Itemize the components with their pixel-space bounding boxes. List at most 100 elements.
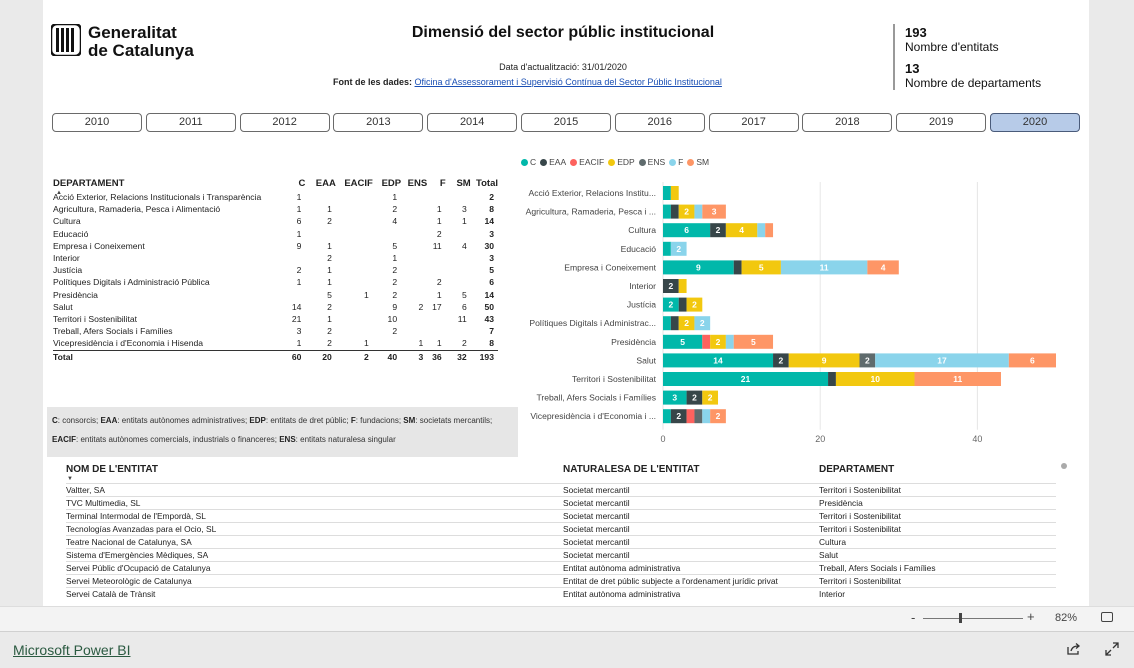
legend-item-f[interactable]: F bbox=[669, 157, 683, 167]
bar-segment-eaa[interactable] bbox=[670, 316, 679, 331]
bar-segment-eaa[interactable] bbox=[678, 297, 687, 312]
year-button-2016[interactable]: 2016 bbox=[614, 113, 705, 132]
year-button-2010[interactable]: 2010 bbox=[52, 113, 142, 132]
dept-col-header-eacif[interactable]: EACIF bbox=[336, 178, 373, 191]
dept-row[interactable]: Cultura 6 2 4 1 1 14 bbox=[53, 215, 498, 227]
dept-row[interactable]: Empresa i Coneixement 9 1 5 11 4 30 bbox=[53, 240, 498, 252]
entity-row[interactable]: TVC Multimedia, SL Societat mercantil Pres… bbox=[66, 496, 1056, 510]
dept-value-cell: 1 bbox=[296, 192, 302, 202]
year-button-2012[interactable]: 2012 bbox=[239, 113, 330, 132]
dept-row[interactable]: Territori i Sostenibilitat 21 1 10 11 43 bbox=[53, 313, 498, 325]
year-button-2019[interactable]: 2019 bbox=[896, 113, 987, 132]
year-button-2020[interactable]: 2020 bbox=[990, 113, 1080, 132]
year-button-2013[interactable]: 2013 bbox=[333, 113, 424, 132]
dept-row[interactable]: Agricultura, Ramaderia, Pesca i Alimenta… bbox=[53, 203, 498, 215]
bar-segment-sm[interactable] bbox=[765, 223, 774, 238]
legend-item-eaa[interactable]: EAA bbox=[540, 157, 566, 167]
dept-row[interactable]: Treball, Afers Socials i Famílies 3 2 2 7 bbox=[53, 325, 498, 337]
abbr-edp: EDP bbox=[249, 416, 266, 425]
bar-segment-c[interactable] bbox=[663, 409, 671, 424]
sort-desc-icon[interactable]: ▼ bbox=[67, 476, 73, 482]
expand-icon[interactable] bbox=[1105, 642, 1119, 656]
year-button-2011[interactable]: 2011 bbox=[145, 113, 236, 132]
bar-segment-eaa[interactable] bbox=[733, 260, 742, 275]
department-matrix-header: DEPARTAMENT C EAA EACIF EDP ENS F SM Total bbox=[53, 178, 498, 191]
entity-row[interactable]: Teatre Nacional de Catalunya, SA Societat… bbox=[66, 535, 1056, 549]
bar-segment-c[interactable] bbox=[663, 204, 671, 219]
dept-col-header-sm[interactable]: SM bbox=[446, 178, 470, 191]
entity-row[interactable]: Valtter, SA Societat mercantil Territori i… bbox=[66, 483, 1056, 497]
bar-segment-ens[interactable] bbox=[694, 409, 703, 424]
dept-value-cell: 2 bbox=[327, 326, 332, 337]
dept-row[interactable]: Educació 1 2 3 bbox=[53, 228, 498, 240]
kpi-departments: 13 Nombre de departaments bbox=[905, 61, 1041, 90]
year-button-2014[interactable]: 2014 bbox=[427, 113, 518, 132]
data-label: 9 bbox=[696, 262, 701, 272]
data-label: 2 bbox=[668, 300, 673, 310]
entity-department-header[interactable]: DEPARTAMENT bbox=[819, 464, 894, 475]
entity-row[interactable]: Tecnologías Avanzadas para el Ocio, SL So… bbox=[66, 522, 1056, 536]
share-icon[interactable] bbox=[1066, 642, 1081, 656]
legend-item-c[interactable]: C bbox=[521, 157, 536, 167]
entity-row[interactable]: Servei Català de Trànsit Entitat autònoma… bbox=[66, 587, 1056, 601]
dept-col-header-departament[interactable]: DEPARTAMENT bbox=[53, 178, 281, 191]
fit-to-page-icon[interactable] bbox=[1101, 612, 1113, 622]
dept-row[interactable]: Vicepresidència i d'Economia i Hisenda 1 2… bbox=[53, 337, 498, 350]
legend-item-eacif[interactable]: EACIF bbox=[570, 157, 604, 167]
dept-row[interactable]: Interior 2 1 3 bbox=[53, 252, 498, 264]
bar-segment-c[interactable] bbox=[663, 186, 671, 200]
year-button-2017[interactable]: 2017 bbox=[708, 113, 799, 132]
entity-name-header[interactable]: NOM DE L'ENTITAT bbox=[66, 464, 158, 475]
bar-segment-edp[interactable] bbox=[678, 279, 687, 293]
dept-row[interactable]: Acció Exterior, Relacions Institucionals… bbox=[53, 191, 498, 203]
dept-col-header-ens[interactable]: ENS bbox=[401, 178, 428, 191]
legend-item-edp[interactable]: EDP bbox=[608, 157, 635, 167]
bar-segment-c[interactable] bbox=[663, 241, 671, 256]
dept-col-header-eaa[interactable]: EAA bbox=[305, 178, 336, 191]
bar-segment-eacif[interactable] bbox=[686, 409, 695, 424]
source-link[interactable]: Oficina d'Assessorament i Supervisió Con… bbox=[415, 77, 722, 87]
powerbi-link[interactable]: Microsoft Power BI bbox=[13, 642, 130, 658]
brand-line-1: Generalitat bbox=[88, 23, 177, 42]
zoom-out-button[interactable]: - bbox=[911, 610, 915, 625]
dept-col-header-edp[interactable]: EDP bbox=[373, 178, 402, 191]
sort-asc-icon[interactable]: ▲ bbox=[56, 190, 62, 196]
dept-col-header-c[interactable]: C bbox=[281, 178, 306, 191]
entity-department-cell: Interior bbox=[819, 589, 846, 599]
dept-value-cell: 1 bbox=[436, 204, 442, 215]
entity-row[interactable]: Servei Meteorològic de Catalunya Entitat … bbox=[66, 574, 1056, 588]
zoom-in-button[interactable]: + bbox=[1027, 609, 1035, 624]
dept-col-header-f[interactable]: F bbox=[427, 178, 446, 191]
dept-name-cell: Polítiques Digitals i Administració Públ… bbox=[53, 277, 210, 288]
data-label: 2 bbox=[708, 393, 713, 403]
bar-segment-f[interactable] bbox=[725, 334, 734, 349]
zoom-slider-track[interactable] bbox=[923, 618, 1023, 619]
entity-row[interactable]: Servei Públic d'Ocupació de Catalunya Ent… bbox=[66, 561, 1056, 575]
bar-segment-f[interactable] bbox=[694, 204, 703, 219]
dept-row[interactable]: Justícia 2 1 2 5 bbox=[53, 264, 498, 276]
bar-segment-c[interactable] bbox=[663, 316, 671, 331]
dept-row[interactable]: Salut 14 2 9 2 17 6 50 bbox=[53, 301, 498, 313]
dept-row[interactable]: Presidència 5 1 2 1 5 14 bbox=[53, 289, 498, 301]
scrollbar-thumb[interactable] bbox=[1061, 463, 1067, 469]
dept-value-cell: 1 bbox=[436, 216, 442, 227]
entity-row[interactable]: Terminal Intermodal de l'Empordà, SL Soci… bbox=[66, 509, 1056, 523]
bar-segment-eaa[interactable] bbox=[828, 372, 836, 386]
legend-item-ens[interactable]: ENS bbox=[638, 157, 665, 167]
legend-item-sm[interactable]: SM bbox=[687, 157, 709, 167]
legend-dot-icon bbox=[540, 159, 548, 166]
year-button-2018[interactable]: 2018 bbox=[802, 113, 893, 132]
dept-value-cell: 2 bbox=[461, 338, 467, 349]
entity-row[interactable]: Sistema d'Emergències Mèdiques, SA Societ… bbox=[66, 548, 1056, 562]
bar-segment-f[interactable] bbox=[757, 223, 766, 238]
data-label: 14 bbox=[713, 355, 723, 365]
dept-row[interactable]: Polítiques Digitals i Administració Públ… bbox=[53, 276, 498, 288]
bar-segment-f[interactable] bbox=[702, 409, 711, 424]
bar-segment-eaa[interactable] bbox=[670, 204, 679, 219]
bar-segment-eacif[interactable] bbox=[702, 334, 711, 349]
bar-segment-edp[interactable] bbox=[670, 186, 679, 200]
zoom-slider-thumb[interactable] bbox=[959, 613, 962, 623]
entity-nature-header[interactable]: NATURALESA DE L'ENTITAT bbox=[563, 464, 699, 475]
dept-col-header-total[interactable]: Total bbox=[471, 178, 498, 191]
year-button-2015[interactable]: 2015 bbox=[521, 113, 611, 132]
